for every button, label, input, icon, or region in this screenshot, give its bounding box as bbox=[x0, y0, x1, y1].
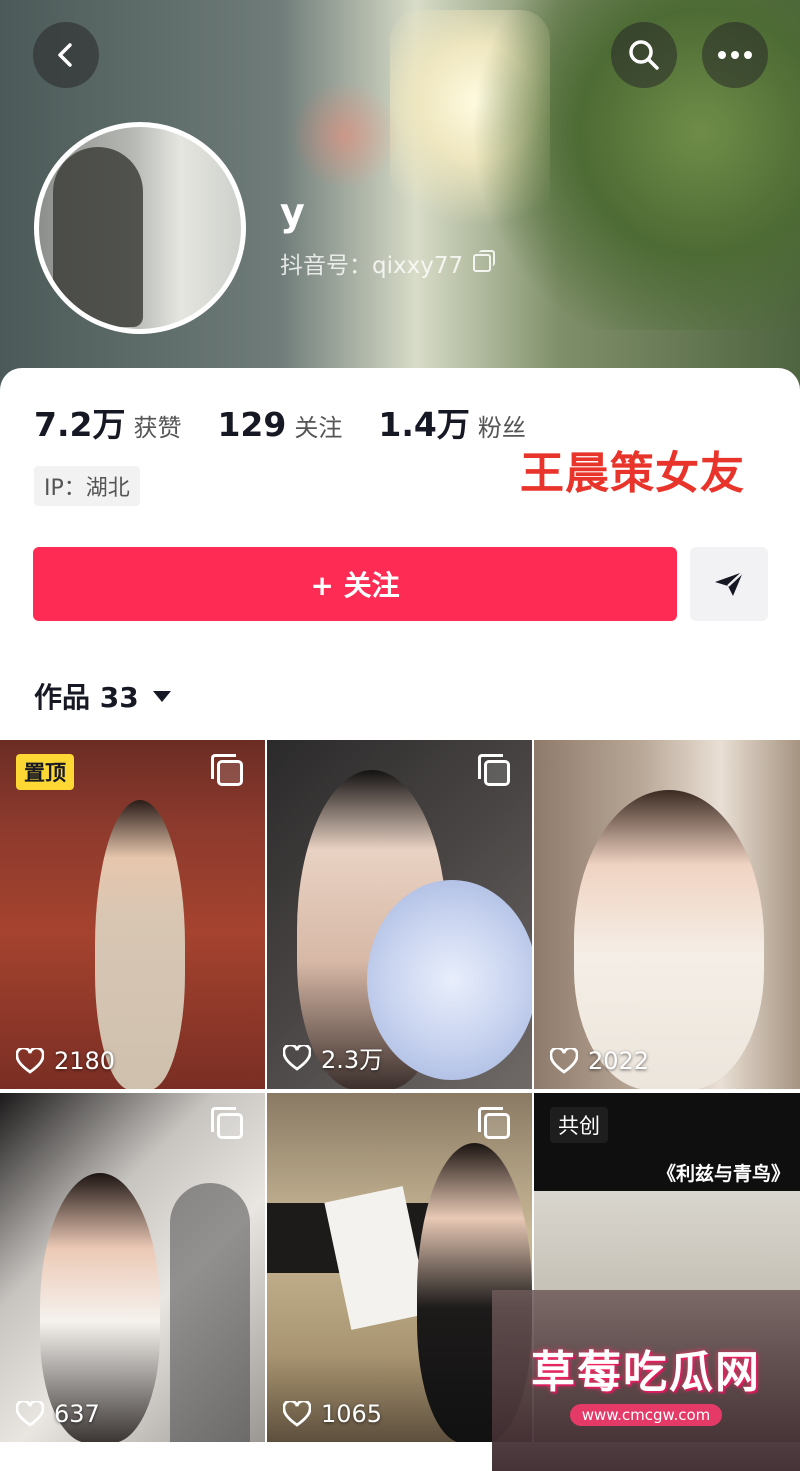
video-likes: 637 bbox=[16, 1400, 100, 1428]
stat-following-label: 关注 bbox=[294, 414, 343, 442]
overlay-caption: 王晨策女友 bbox=[520, 448, 745, 499]
douyin-id[interactable]: 抖音号：qixxy77 bbox=[280, 246, 496, 280]
video-tile[interactable]: 2022 bbox=[534, 740, 800, 1089]
cover-flare bbox=[290, 80, 400, 190]
video-likes-count: 637 bbox=[54, 1400, 100, 1428]
video-likes-count: 2.3万 bbox=[321, 1046, 384, 1074]
video-tile[interactable]: 2.3万 bbox=[267, 740, 532, 1089]
stat-likes[interactable]: 7.2万 获赞 bbox=[34, 398, 181, 446]
tab-works[interactable]: 作品 33 bbox=[34, 676, 171, 716]
caret-down-icon bbox=[152, 690, 171, 702]
video-thumbnail-figure bbox=[95, 800, 185, 1089]
heart-icon bbox=[16, 1048, 44, 1074]
video-title-tag: 《利兹与青鸟》 bbox=[656, 1163, 790, 1185]
multi-image-icon bbox=[478, 754, 510, 786]
video-tile[interactable]: 置顶 2180 bbox=[0, 740, 265, 1089]
more-button[interactable] bbox=[702, 22, 768, 88]
site-watermark: 草莓吃瓜网 www.cmcgw.com bbox=[492, 1290, 800, 1471]
username: y bbox=[280, 190, 305, 234]
video-likes: 2.3万 bbox=[283, 1040, 383, 1075]
heart-icon bbox=[16, 1401, 44, 1427]
flower-bouquet bbox=[367, 880, 532, 1080]
back-button[interactable] bbox=[33, 22, 99, 88]
stat-following[interactable]: 129 关注 bbox=[217, 405, 342, 444]
stat-likes-value: 7.2万 bbox=[34, 405, 126, 444]
avatar-silhouette bbox=[53, 147, 143, 327]
profile-page: y 抖音号：qixxy77 7.2万 获赞 129 关注 1.4万 粉丝 IP：… bbox=[0, 0, 800, 1471]
video-likes-count: 1065 bbox=[321, 1400, 383, 1428]
stat-followers-value: 1.4万 bbox=[378, 405, 470, 444]
stat-followers[interactable]: 1.4万 粉丝 bbox=[378, 398, 525, 446]
heart-icon bbox=[283, 1401, 311, 1427]
video-likes: 2180 bbox=[16, 1047, 115, 1075]
video-likes: 2022 bbox=[550, 1047, 649, 1075]
video-likes-count: 2022 bbox=[588, 1047, 650, 1075]
watermark-url: www.cmcgw.com bbox=[569, 1403, 723, 1426]
share-button[interactable] bbox=[690, 547, 768, 621]
stat-likes-label: 获赞 bbox=[133, 414, 182, 442]
stat-followers-label: 粉丝 bbox=[477, 414, 526, 442]
chevron-left-icon bbox=[58, 43, 72, 67]
multi-image-icon bbox=[211, 754, 243, 786]
profile-stats: 7.2万 获赞 129 关注 1.4万 粉丝 bbox=[34, 398, 562, 446]
send-icon bbox=[715, 571, 744, 596]
multi-image-icon bbox=[211, 1107, 243, 1139]
avatar[interactable] bbox=[34, 122, 246, 334]
douyin-id-text: 抖音号：qixxy77 bbox=[280, 253, 464, 279]
tab-works-label: 作品 33 bbox=[34, 681, 139, 714]
follow-button[interactable]: + 关注 bbox=[33, 547, 677, 621]
video-likes-count: 2180 bbox=[54, 1047, 116, 1075]
cocreate-badge: 共创 bbox=[550, 1107, 608, 1143]
heart-icon bbox=[550, 1048, 578, 1074]
multi-image-icon bbox=[478, 1107, 510, 1139]
more-dots-icon bbox=[718, 51, 752, 59]
pinned-badge: 置顶 bbox=[16, 754, 74, 790]
follow-button-label: + 关注 bbox=[310, 569, 400, 602]
video-thumbnail-figure bbox=[574, 790, 764, 1089]
video-tile[interactable]: 637 bbox=[0, 1093, 265, 1442]
watermark-title: 草莓吃瓜网 bbox=[531, 1346, 761, 1398]
search-button[interactable] bbox=[611, 22, 677, 88]
ip-location-tag: IP：湖北 bbox=[34, 466, 140, 506]
stat-following-value: 129 bbox=[217, 405, 287, 444]
search-icon bbox=[629, 40, 659, 70]
shadow-figure bbox=[170, 1183, 250, 1442]
heart-icon bbox=[283, 1044, 311, 1071]
video-likes: 1065 bbox=[283, 1400, 382, 1428]
copy-icon[interactable] bbox=[473, 250, 496, 272]
